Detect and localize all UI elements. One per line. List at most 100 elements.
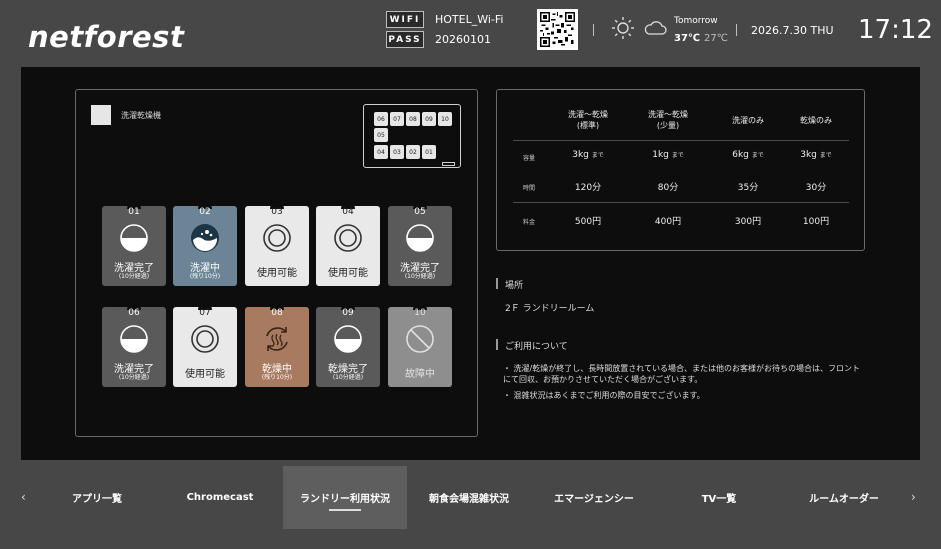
temperature: 37℃ 27℃ [674, 33, 728, 44]
table-header: 洗濯のみ [732, 116, 764, 125]
machine-01[interactable]: 01 洗濯完了 (10分経過) [102, 202, 166, 286]
nav-item-emergency[interactable]: エマージェンシー [533, 466, 655, 529]
cell-value: 6kg [732, 150, 749, 160]
cell-value: 3kg [572, 150, 589, 160]
location-title: 場所 [496, 278, 523, 291]
nav-item-apps[interactable]: アプリ一覧 [36, 466, 158, 529]
weather-label: Tomorrow [674, 16, 718, 26]
map-cell: 04 [374, 145, 388, 159]
location-text: 2Ｆ ランドリールーム [505, 304, 595, 314]
table-cell: 30分 [805, 183, 827, 193]
table-cell: 300円 [734, 217, 762, 227]
machine-substatus: (残り10分) [189, 273, 221, 280]
wash-complete-icon [120, 224, 148, 252]
machine-10[interactable]: 10 故障中 [388, 303, 452, 387]
wifi-qr-code [537, 9, 578, 50]
machine-07[interactable]: 07 使用可能 [173, 303, 237, 387]
machine-05[interactable]: 05 洗濯完了 (10分経過) [388, 202, 452, 286]
header-line: (標準) [576, 121, 600, 130]
machine-layout-map: 06 07 08 09 10 05 04 03 02 01 [363, 104, 461, 168]
dry-complete-icon [334, 325, 362, 353]
machine-09[interactable]: 09 乾燥完了 (10分経過) [316, 303, 380, 387]
map-cell: 05 [374, 128, 388, 142]
map-cell: 03 [390, 145, 404, 159]
wifi-pass-row: PASS 20260101 [386, 31, 491, 48]
machine-number: 09 [342, 308, 354, 318]
date: 2026.7.30 THU [751, 24, 834, 37]
sun-icon [612, 17, 634, 39]
nav-item-breakfast[interactable]: 朝食会場混雑状況 [408, 466, 530, 529]
legend-swatch [91, 105, 111, 125]
temp-high: 37℃ [674, 33, 701, 44]
temp-low: 27℃ [704, 33, 728, 44]
machine-substatus: (10分経過) [118, 374, 150, 381]
header: netforest WIFI HOTEL_Wi-Fi PASS 20260101 [0, 0, 941, 67]
table-header: 洗濯～乾燥 (少量) [633, 109, 703, 131]
machine-substatus: (残り10分) [261, 374, 293, 381]
machine-number: 06 [128, 308, 140, 318]
nav-prev-arrow[interactable]: ‹ [21, 490, 26, 504]
clock: 17:12 [858, 15, 933, 45]
table-header: 洗濯～乾燥 (標準) [553, 109, 623, 131]
table-cell: 3kg まで [553, 150, 623, 160]
wifi-ssid-row: WIFI HOTEL_Wi-Fi [386, 11, 503, 28]
machine-02[interactable]: 02 洗濯中 (残り10分) [173, 202, 237, 286]
machine-04[interactable]: 04 使用可能 [316, 202, 380, 286]
table-cell: 80分 [657, 183, 679, 193]
nav-item-tv[interactable]: TV一覧 [658, 466, 780, 529]
header-line: (少量) [656, 121, 680, 130]
table-divider [513, 140, 849, 141]
machine-number: 08 [271, 308, 283, 318]
table-cell: 6kg まで [713, 150, 783, 160]
machine-number: 03 [271, 207, 283, 217]
machine-status: 故障中 [405, 369, 435, 380]
drying-icon [266, 327, 288, 351]
table-cell: 35分 [737, 183, 759, 193]
machine-number: 04 [342, 207, 354, 217]
table-cell: 400円 [654, 217, 682, 227]
pass-tag: PASS [386, 31, 424, 48]
machine-number: 07 [199, 308, 211, 318]
map-cell: 06 [374, 112, 388, 126]
header-separator [736, 24, 737, 36]
header-line: 洗濯～乾燥 [648, 110, 688, 119]
table-cell: 100円 [802, 217, 830, 227]
row-label: 時間 [523, 185, 536, 192]
cell-value: 3kg [800, 150, 817, 160]
active-tab-indicator [329, 509, 361, 511]
machine-number: 05 [414, 207, 426, 217]
nav-next-arrow[interactable]: › [911, 490, 916, 504]
machine-06[interactable]: 06 洗濯完了 (10分経過) [102, 303, 166, 387]
machine-03[interactable]: 03 使用可能 [245, 202, 309, 286]
header-line: 洗濯～乾燥 [568, 110, 608, 119]
available-icon [334, 224, 362, 252]
logo: netforest [28, 20, 185, 54]
nav-item-room-order[interactable]: ルームオーダー [782, 466, 906, 529]
machine-number: 02 [199, 207, 211, 217]
machine-status: 使用可能 [185, 369, 225, 380]
machine-status: 使用可能 [257, 268, 297, 279]
cloud-icon [644, 21, 667, 35]
machine-substatus: (10分経過) [404, 273, 436, 280]
bottom-nav: ‹ アプリ一覧 Chromecast ランドリー利用状況 朝食会場混雑状況 エマ… [0, 466, 941, 529]
legend-label: 洗濯乾燥機 [121, 111, 161, 120]
cell-suffix: まで [819, 152, 832, 159]
price-table-panel: 洗濯～乾燥 (標準) 洗濯～乾燥 (少量) 洗濯のみ 乾燥のみ 容量 3kg まで … [496, 89, 865, 251]
table-cell: 500円 [574, 217, 602, 227]
nav-item-chromecast[interactable]: Chromecast [159, 466, 281, 529]
machine-number: 01 [128, 207, 140, 217]
usage-note-text: 混雑状況はあくまでご利用の際の目安でございます。 [513, 391, 705, 400]
map-entrance [442, 162, 455, 166]
laundry-status-panel: 洗濯乾燥機 06 07 08 09 10 05 04 03 02 01 01 洗… [75, 89, 478, 437]
main-content: 洗濯乾燥機 06 07 08 09 10 05 04 03 02 01 01 洗… [21, 67, 920, 460]
available-icon [191, 325, 219, 353]
cell-suffix: まで [751, 152, 764, 159]
nav-item-laundry[interactable]: ランドリー利用状況 [283, 466, 407, 529]
map-cell: 10 [438, 112, 452, 126]
header-separator [593, 24, 594, 36]
wash-complete-icon [120, 325, 148, 353]
table-header: 乾燥のみ [800, 116, 832, 125]
machine-08[interactable]: 08 乾燥中 (残り10分) [245, 303, 309, 387]
usage-note: ・ 洗濯/乾燥が終了し、長時間放置されている場合、または他のお客様がお待ちの場合… [503, 364, 860, 384]
table-cell: 1kg まで [633, 150, 703, 160]
